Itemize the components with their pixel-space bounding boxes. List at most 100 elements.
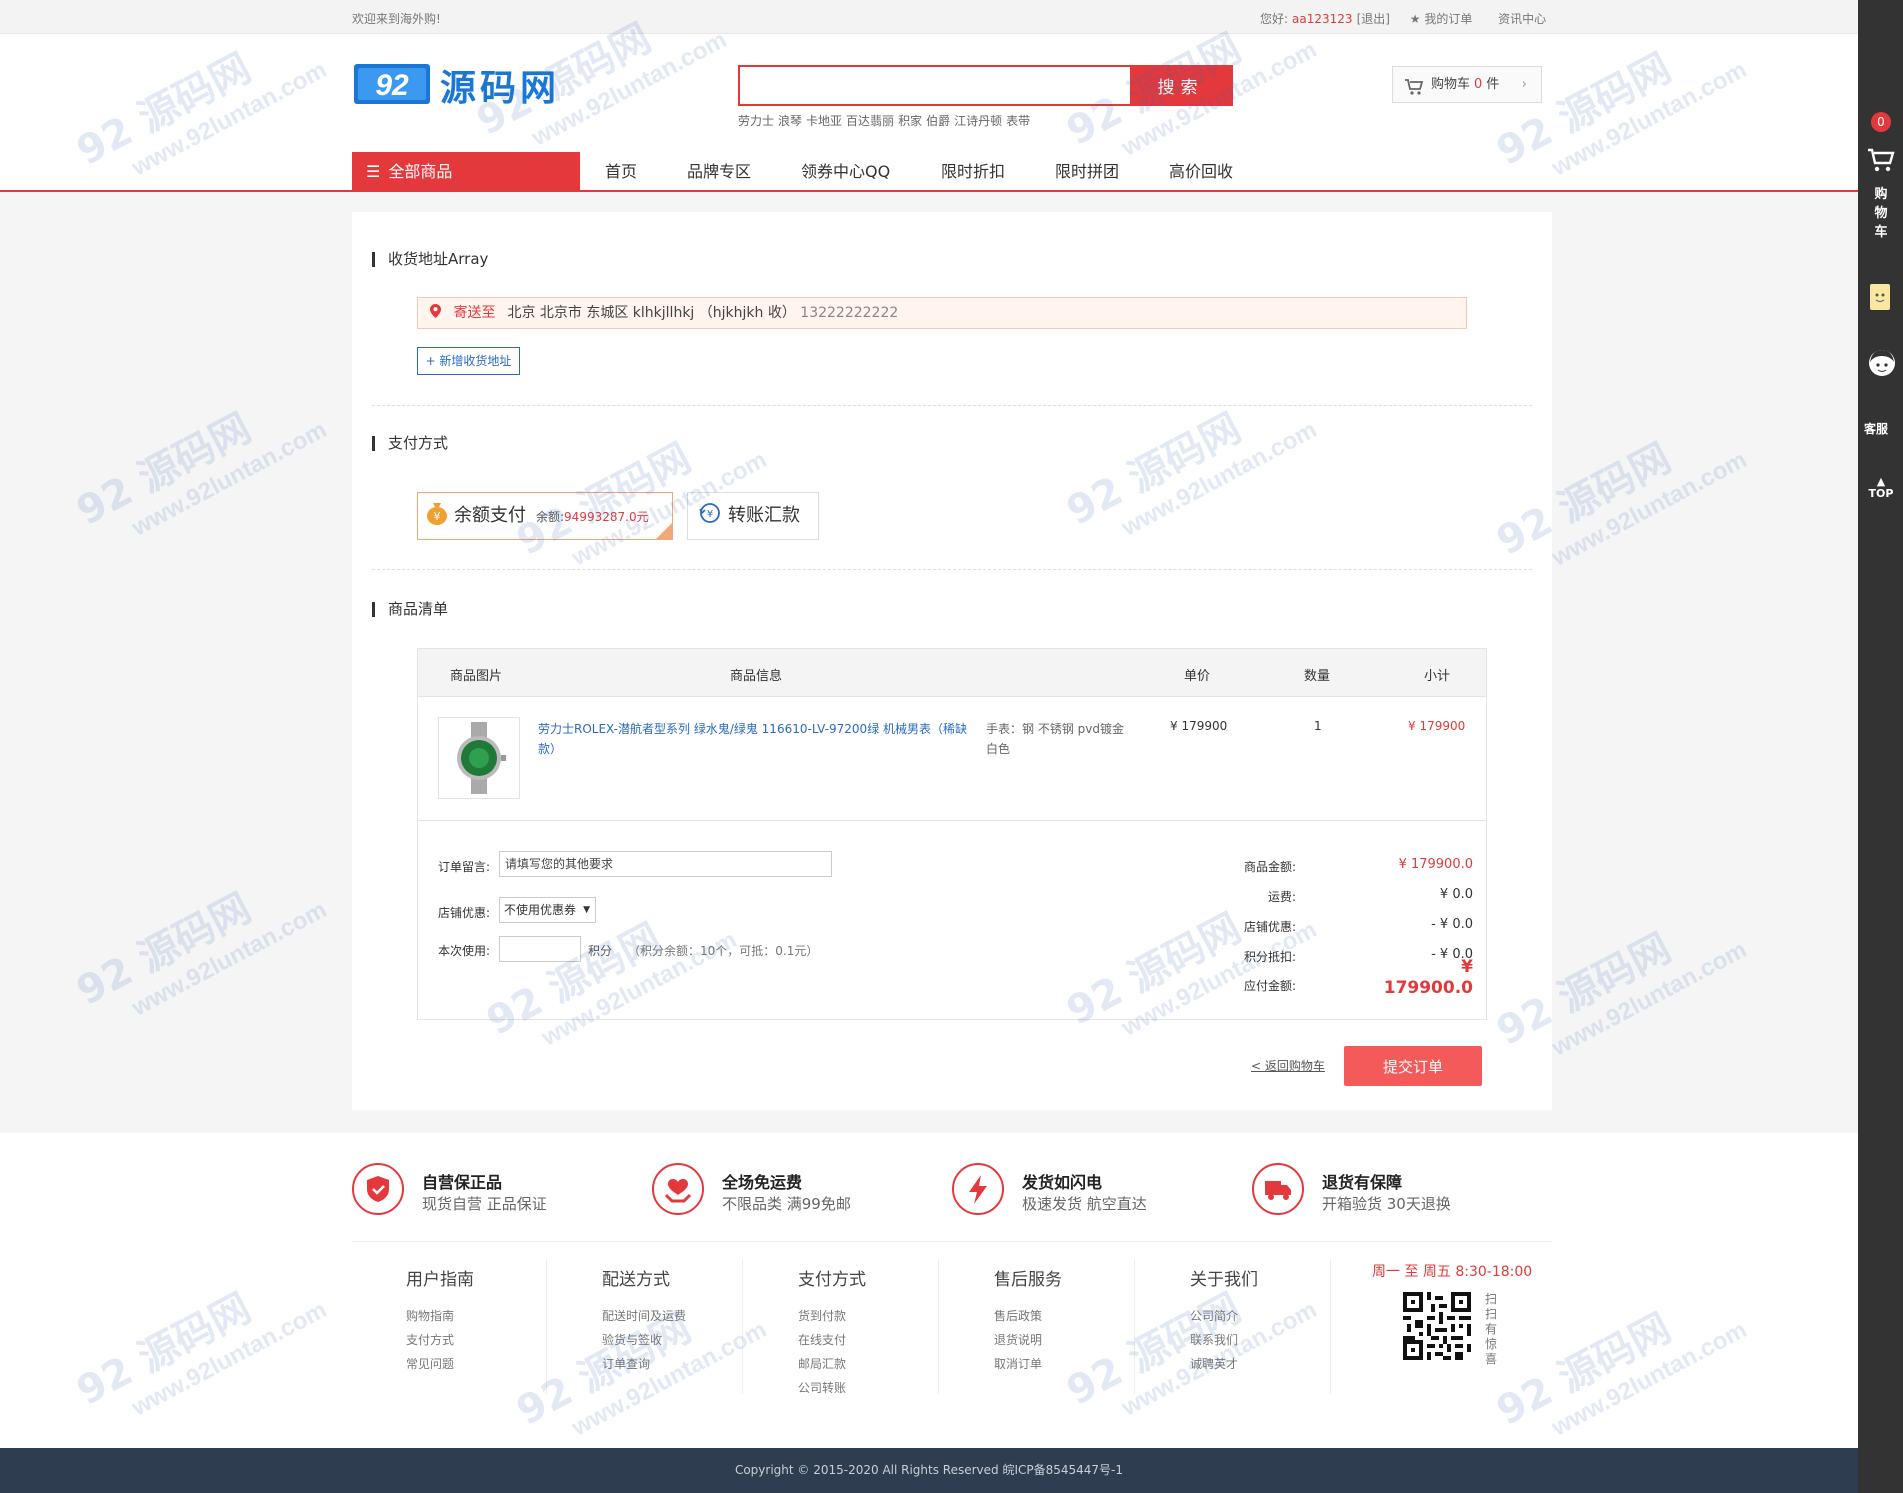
notebook-icon[interactable]: [1868, 283, 1892, 314]
cart-unit: 件: [1486, 77, 1500, 92]
hotword-link[interactable]: 劳力士: [738, 114, 774, 128]
shield-icon: [352, 1163, 404, 1215]
footer-col-title: 关于我们: [1190, 1270, 1258, 1290]
send-to-label: 寄送至: [453, 305, 496, 321]
hotword-link[interactable]: 江诗丹顿: [954, 114, 1002, 128]
service-section: 自营保正品 现货自营 正品保证 全场免运费 不限品类 满99免邮 发货如闪电 极…: [0, 1133, 1858, 1448]
copyright-bar: Copyright © 2015-2020 All Rights Reserve…: [0, 1448, 1858, 1493]
selected-address[interactable]: 寄送至 北京 北京市 东城区 klhkjllhkj （hjkhjkh 收） 132…: [417, 297, 1467, 329]
hotword-link[interactable]: 表带: [1006, 114, 1030, 128]
footer-link[interactable]: 配送时间及运费: [602, 1304, 782, 1328]
top-label: TOP: [1868, 487, 1894, 500]
shipping-value: ¥ 0.0: [1439, 887, 1473, 902]
transfer-pay-option[interactable]: ¥ 转账汇款: [687, 492, 819, 540]
balance-pay-label: 余额支付: [454, 505, 526, 526]
hotword-link[interactable]: 浪琴: [778, 114, 802, 128]
footer-link[interactable]: 公司简介: [1190, 1304, 1370, 1328]
username-link[interactable]: aa123123: [1292, 12, 1353, 26]
coupon-select[interactable]: 不使用优惠券 ▼: [499, 897, 596, 923]
shop-discount-value: - ¥ 0.0: [1431, 917, 1473, 932]
search-button[interactable]: 搜索: [1130, 67, 1231, 104]
back-to-cart-link[interactable]: < 返回购物车: [1251, 1057, 1325, 1074]
service-desc: 不限品类 满99免邮: [722, 1195, 851, 1213]
cart-icon: [1404, 75, 1424, 110]
service-title: 退货有保障: [1322, 1173, 1403, 1192]
dropdown-arrow-icon: ▼: [583, 905, 590, 915]
footer-link[interactable]: 售后政策: [994, 1304, 1174, 1328]
footer-link[interactable]: 公司转账: [798, 1376, 978, 1400]
footer-col-title: 配送方式: [602, 1270, 670, 1290]
sidebar-cart-button[interactable]: [1866, 146, 1896, 179]
logout-link[interactable]: [退出]: [1357, 12, 1390, 26]
qr-code-icon: [1403, 1292, 1471, 1360]
footer-link[interactable]: 联系我们: [1190, 1328, 1370, 1352]
hotword-link[interactable]: 积家: [898, 114, 922, 128]
hotword-link[interactable]: 卡地亚: [806, 114, 842, 128]
nav-item-group-buy[interactable]: 限时拼团: [1055, 152, 1119, 192]
payment-section-title: 支付方式: [372, 436, 448, 451]
welcome-text: 欢迎来到海外购!: [352, 12, 441, 26]
footer-link[interactable]: 订单查询: [602, 1352, 782, 1376]
footer-link[interactable]: 在线支付: [798, 1328, 978, 1352]
hotword-link[interactable]: 百达翡丽: [846, 114, 894, 128]
add-address-button[interactable]: + 新增收货地址: [417, 347, 520, 375]
footer-col-title: 用户指南: [406, 1270, 474, 1290]
service-title: 发货如闪电: [1022, 1173, 1103, 1192]
my-orders-link[interactable]: ★ 我的订单: [1410, 12, 1473, 26]
nav-item-discount[interactable]: 限时折扣: [941, 152, 1005, 192]
memo-label: 订单留言:: [438, 860, 491, 874]
footer-link[interactable]: 邮局汇款: [798, 1352, 978, 1376]
nav-item-brands[interactable]: 品牌专区: [687, 152, 751, 192]
header: 92 源码网 搜索 劳力士 浪琴 卡地亚 百达翡丽 积家 伯爵 江诗丹顿 表带 购物车 0 件 ›…: [0, 34, 1858, 192]
all-goods-menu[interactable]: ☰ 全部商品: [352, 152, 580, 192]
points-unit: 积分: [588, 944, 613, 958]
nav-item-recycle[interactable]: 高价回收: [1169, 152, 1233, 192]
footer-link[interactable]: 货到付款: [798, 1304, 978, 1328]
site-logo[interactable]: 92 源码网: [352, 58, 576, 114]
chevron-right-icon: ›: [1521, 77, 1527, 92]
divider: [1134, 1259, 1135, 1394]
cart-icon: [1866, 148, 1896, 179]
service-desc: 现货自营 正品保证: [422, 1195, 547, 1213]
product-image[interactable]: [438, 717, 520, 799]
sidebar-service-label[interactable]: 客服: [1864, 420, 1888, 437]
cart-count: 0: [1474, 77, 1483, 92]
footer-link[interactable]: 常见问题: [406, 1352, 586, 1376]
col-info: 商品信息: [730, 669, 783, 684]
all-goods-label: 全部商品: [388, 162, 453, 181]
nav-item-home[interactable]: 首页: [605, 152, 637, 192]
shipping-label: 运费:: [1267, 890, 1296, 904]
footer-link[interactable]: 取消订单: [994, 1352, 1174, 1376]
points-input[interactable]: [499, 936, 581, 962]
service-title: 全场免运费: [722, 1173, 803, 1192]
balance-pay-option[interactable]: ¥ 余额支付 余额:94993287.0元: [417, 492, 673, 540]
table-row: 劳力士ROLEX-潜航者型系列 绿水鬼/绿鬼 116610-LV-97200绿 …: [418, 697, 1486, 821]
back-to-top-button[interactable]: ▲ TOP: [1868, 476, 1894, 500]
col-image: 商品图片: [450, 669, 503, 684]
logo-text: 源码网: [440, 68, 560, 109]
customer-service-avatar-icon[interactable]: [1868, 348, 1896, 381]
balance-value: 94993287.0元: [564, 510, 649, 524]
product-qty: 1: [1314, 719, 1322, 733]
footer-link[interactable]: 验货与签收: [602, 1328, 782, 1352]
news-center-link[interactable]: 资讯中心: [1498, 12, 1546, 26]
col-qty: 数量: [1304, 669, 1331, 684]
search-input[interactable]: [740, 67, 1130, 104]
divider: [938, 1259, 939, 1394]
hotword-link[interactable]: 伯爵: [926, 114, 950, 128]
footer-link[interactable]: 购物指南: [406, 1304, 586, 1328]
order-memo-input[interactable]: 请填写您的其他要求: [499, 851, 832, 877]
transfer-pay-label: 转账汇款: [728, 505, 800, 526]
header-cart-button[interactable]: 购物车 0 件 ›: [1392, 66, 1542, 103]
submit-order-button[interactable]: 提交订单: [1344, 1046, 1482, 1086]
product-title-link[interactable]: 劳力士ROLEX-潜航者型系列 绿水鬼/绿鬼 116610-LV-97200绿 …: [538, 719, 968, 759]
address-section-title: 收货地址Array: [372, 252, 488, 267]
product-price: ¥ 179900: [1170, 719, 1228, 733]
footer-link[interactable]: 退货说明: [994, 1328, 1174, 1352]
footer-link[interactable]: 诚聘英才: [1190, 1352, 1370, 1376]
transfer-icon: ¥: [698, 497, 722, 543]
nav-item-coupons[interactable]: 领券中心QQ: [801, 152, 890, 192]
service-desc: 开箱验货 30天退换: [1322, 1195, 1451, 1213]
shop-discount-label: 店铺优惠:: [1243, 920, 1296, 934]
footer-link[interactable]: 支付方式: [406, 1328, 586, 1352]
